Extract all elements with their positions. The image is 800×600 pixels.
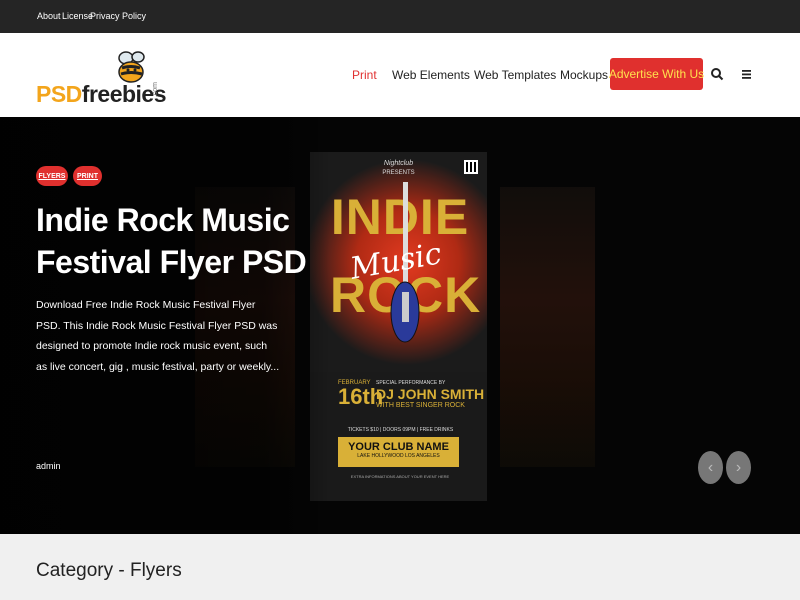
chevron-left-icon: ‹ [707,458,714,476]
flyer-day: 16th [338,384,384,409]
nav-item-web-elements[interactable]: Web Elements [392,68,470,82]
flyer-dj-name: DJ JOHN SMITH [376,386,485,402]
flyer-club-box: YOUR CLUB NAME LAKE HOLLYWOOD LOS ANGELE… [338,437,459,467]
flyer-presents: PRESENTS [382,170,415,176]
flyer-ticket-info: TICKETS $10 | DOORS 09PM | FREE DRINKS [347,427,454,433]
logo-suffix: .com [152,82,159,98]
menu-icon[interactable] [740,66,754,82]
slider-next-button[interactable]: › [726,451,751,484]
hero-slider: Nightclub PRESENTS INDIE ROCK Music FEBR… [0,117,800,534]
hero-title[interactable]: Indie Rock Music Festival Flyer PSD [36,199,336,283]
privacy-policy-link[interactable]: Privacy Policy [90,11,146,21]
flyer-footer: EXTRA INFORMATIONS ABOUT YOUR EVENT HERE [350,474,450,479]
nav-item-web-templates[interactable]: Web Templates [474,68,556,82]
flyer-date: FEBRUARY 16th [338,380,384,409]
search-icon[interactable] [710,66,724,82]
advertise-button[interactable]: Advertise With Us [609,58,704,90]
background-flyer-right [500,187,595,467]
tag-flyers[interactable]: FLYERS [36,166,68,186]
flyer-with: WITH BEST SINGER ROCK [376,402,465,409]
logo-psd: PSD [36,81,82,107]
flyer-club-name: YOUR CLUB NAME [348,441,449,453]
flyer-address: LAKE HOLLYWOOD LOS ANGELES [357,453,440,459]
site-logo[interactable]: PSDfreebies .com [36,48,167,108]
flyer-nightclub: Nightclub [383,160,414,167]
logo-wordmark: PSDfreebies [36,81,167,107]
nav-item-mockups[interactable]: Mockups [560,68,608,82]
hero-description: Download Free Indie Rock Music Festival … [36,299,280,373]
slider-prev-button[interactable]: ‹ [698,451,723,484]
flyer-dj-block: SPECIAL PERFORMANCE BY DJ JOHN SMITH WIT… [376,380,484,409]
chevron-right-icon: › [735,458,742,476]
top-bar: About License Privacy Policy [0,0,800,33]
about-link[interactable]: About [37,11,61,21]
bee-icon [118,51,145,83]
tag-print[interactable]: PRINT [73,166,102,186]
nav-item-print[interactable]: Print [352,68,377,82]
license-link[interactable]: License [62,11,93,21]
hero-author[interactable]: admin [36,461,61,471]
flyer-image[interactable]: Nightclub PRESENTS INDIE ROCK Music FEBR… [310,152,487,501]
category-title: Category - Flyers [36,560,182,581]
